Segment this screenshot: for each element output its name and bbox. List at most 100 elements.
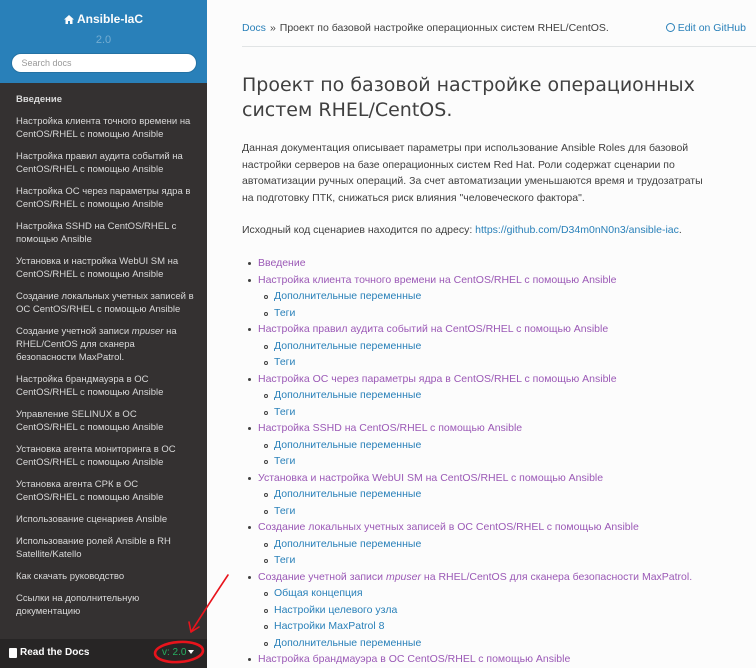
source-paragraph: Исходный код сценариев находится по адре… xyxy=(242,222,742,239)
toc-sublink[interactable]: Дополнительные переменные xyxy=(274,488,421,500)
bullet-icon xyxy=(248,575,251,579)
project-home-link[interactable]: Ansible-IaC xyxy=(0,0,207,26)
toc-sublink[interactable]: Дополнительные переменные xyxy=(274,439,421,451)
breadcrumb-separator: » xyxy=(269,22,276,34)
project-version: 2.0 xyxy=(95,34,112,46)
bullet-icon xyxy=(264,410,268,415)
bullet-icon xyxy=(264,542,268,547)
bullet-icon xyxy=(264,361,268,365)
toc-link[interactable]: Создание локальных учетных записей в ОС … xyxy=(258,521,639,533)
bullet-icon xyxy=(248,427,251,430)
toc-link[interactable]: Введение xyxy=(258,257,306,269)
sidebar-item[interactable]: Настройка SSHD на CentOS/RHEL с помощью … xyxy=(0,220,207,246)
toc-subitem: Настройки MaxPatrol 8 xyxy=(264,618,738,635)
source-end: . xyxy=(678,224,682,236)
toc-sublink[interactable]: Настройки MaxPatrol 8 xyxy=(274,620,384,632)
toc-item: Введение xyxy=(248,255,738,272)
sidebar-item[interactable]: Введение xyxy=(0,93,207,106)
toc-link[interactable]: Настройка клиента точного времени на Cen… xyxy=(258,274,617,286)
toc-subitem: Дополнительные переменные xyxy=(264,338,738,355)
source-repo-link[interactable]: https://github.com/D34m0nN0n3/ansible-ia… xyxy=(475,224,679,236)
sidebar-item[interactable]: Установка агента мониторинга в ОС CentOS… xyxy=(0,443,207,469)
toc-subtree: Дополнительные переменные Теги xyxy=(258,437,738,470)
toc-sublink[interactable]: Дополнительные переменные xyxy=(274,389,421,401)
toc-link[interactable]: Настройка SSHD на CentOS/RHEL с помощью … xyxy=(258,422,522,434)
sidebar-item[interactable]: Создание учетной записи mpuser на RHEL/C… xyxy=(0,325,207,364)
toc-sublink[interactable]: Общая концепция xyxy=(274,587,363,599)
breadcrumb-current: Проект по базовой настройке операционных… xyxy=(279,22,609,34)
bullet-icon xyxy=(264,559,268,563)
toc-sublink[interactable]: Теги xyxy=(274,307,295,319)
sidebar-item[interactable]: Как скачать руководство xyxy=(0,570,207,583)
toc-subitem: Теги xyxy=(264,404,738,421)
github-icon xyxy=(665,23,675,32)
sidebar-item[interactable]: Использование ролей Ansible в RH Satelli… xyxy=(0,535,207,561)
toc-sublink[interactable]: Теги xyxy=(274,505,295,517)
page-title: Проект по базовой настройке операционных… xyxy=(242,74,695,121)
toc-item: Настройка ОС через параметры ядра в Cent… xyxy=(248,371,738,421)
search-input[interactable] xyxy=(10,53,197,73)
toc-subitem: Теги xyxy=(264,503,738,520)
toc-sublink[interactable]: Теги xyxy=(274,406,295,418)
toc-subitem: Дополнительные переменные xyxy=(264,536,738,553)
toc-subtree: Дополнительные переменные Теги xyxy=(258,288,738,321)
toc-sublink[interactable]: Теги xyxy=(274,455,295,467)
toc-item: Настройка клиента точного времени на Cen… xyxy=(248,272,738,322)
toc-link[interactable]: Настройка ОС через параметры ядра в Cent… xyxy=(258,373,617,385)
bullet-icon xyxy=(264,608,268,613)
toc-link[interactable]: Настройка брандмауэра в ОС CentOS/RHEL с… xyxy=(258,653,570,665)
sidebar-item[interactable]: Ссылки на дополнительную документацию xyxy=(0,592,207,618)
sidebar-item[interactable]: Настройка клиента точного времени на Cen… xyxy=(0,115,207,141)
bullet-icon xyxy=(248,262,251,265)
bullet-icon xyxy=(248,328,251,331)
breadcrumb-docs-link[interactable]: Docs xyxy=(242,22,266,34)
bullet-icon xyxy=(264,641,268,646)
bullet-icon xyxy=(264,509,268,514)
sidebar-item[interactable]: Использование сценариев Ansible xyxy=(0,513,207,526)
toc-subitem: Теги xyxy=(264,552,738,569)
sidebar-item[interactable]: Установка агента СРК в ОС CentOS/RHEL с … xyxy=(0,478,207,504)
bullet-icon xyxy=(264,625,268,629)
version-selector[interactable]: v: 2.0 xyxy=(162,647,195,658)
bullet-icon xyxy=(264,295,268,299)
toc-subitem: Теги xyxy=(264,453,738,470)
toc-subtree: Дополнительные переменные Теги xyxy=(258,387,738,420)
toc-sublink[interactable]: Настройки целевого узла xyxy=(274,604,397,616)
project-name: Ansible-IaC xyxy=(76,12,143,26)
edit-on-github-link[interactable]: Edit on GitHub xyxy=(665,22,746,34)
toc-link[interactable]: Настройка правил аудита событий на CentO… xyxy=(258,323,608,335)
toc-item: Настройка брандмауэра в ОС CentOS/RHEL с… xyxy=(248,651,738,668)
toc-subitem: Дополнительные переменные xyxy=(264,486,738,503)
toc-tree: Введение Настройка клиента точного времен… xyxy=(248,255,738,668)
source-text: Исходный код сценариев находится по адре… xyxy=(242,224,476,236)
toc-subitem: Дополнительные переменные xyxy=(264,288,738,305)
toc-sublink[interactable]: Теги xyxy=(274,554,295,566)
toc-subtree: Общая концепция Настройки целевого узла На… xyxy=(258,585,738,651)
toc-sublink[interactable]: Дополнительные переменные xyxy=(274,290,421,302)
bullet-icon xyxy=(248,476,251,480)
sidebar-item[interactable]: Установка и настройка WebUI SM на CentOS… xyxy=(0,255,207,281)
sidebar-header: Ansible-IaC 2.0 xyxy=(0,0,207,83)
toc-link[interactable]: Создание учетной записи mpuser на RHEL/C… xyxy=(258,571,692,583)
bullet-icon xyxy=(264,592,268,596)
sidebar-item[interactable]: Управление SELINUX в ОС CentOS/RHEL с по… xyxy=(0,408,207,434)
read-the-docs-bar[interactable]: Read the Docs v: 2.0 xyxy=(0,639,207,668)
toc-subtree: Дополнительные переменные Теги xyxy=(258,536,738,569)
sidebar-item[interactable]: Настройка ОС через параметры ядра в Cent… xyxy=(0,185,207,211)
bullet-icon xyxy=(264,443,268,448)
bullet-icon xyxy=(264,311,268,316)
toc-link[interactable]: Установка и настройка WebUI SM на CentOS… xyxy=(258,472,603,484)
toc-sublink[interactable]: Дополнительные переменные xyxy=(274,340,421,352)
sidebar-nav: Введение Настройка клиента точного времен… xyxy=(0,83,207,618)
toc-sublink[interactable]: Дополнительные переменные xyxy=(274,637,421,649)
sidebar-item[interactable]: Создание локальных учетных записей в ОС … xyxy=(0,290,207,316)
sidebar-item[interactable]: Настройка брандмауэра в ОС CentOS/RHEL с… xyxy=(0,373,207,399)
toc-sublink[interactable]: Дополнительные переменные xyxy=(274,538,421,550)
sidebar-item[interactable]: Настройка правил аудита событий на CentO… xyxy=(0,150,207,176)
toc-sublink[interactable]: Теги xyxy=(274,356,295,368)
toc-subitem: Дополнительные переменные xyxy=(264,635,738,652)
version-label: v: 2.0 xyxy=(162,647,187,658)
caret-down-icon xyxy=(188,650,195,654)
toc-subitem: Дополнительные переменные xyxy=(264,437,738,454)
rtd-label: Read the Docs xyxy=(20,647,90,658)
